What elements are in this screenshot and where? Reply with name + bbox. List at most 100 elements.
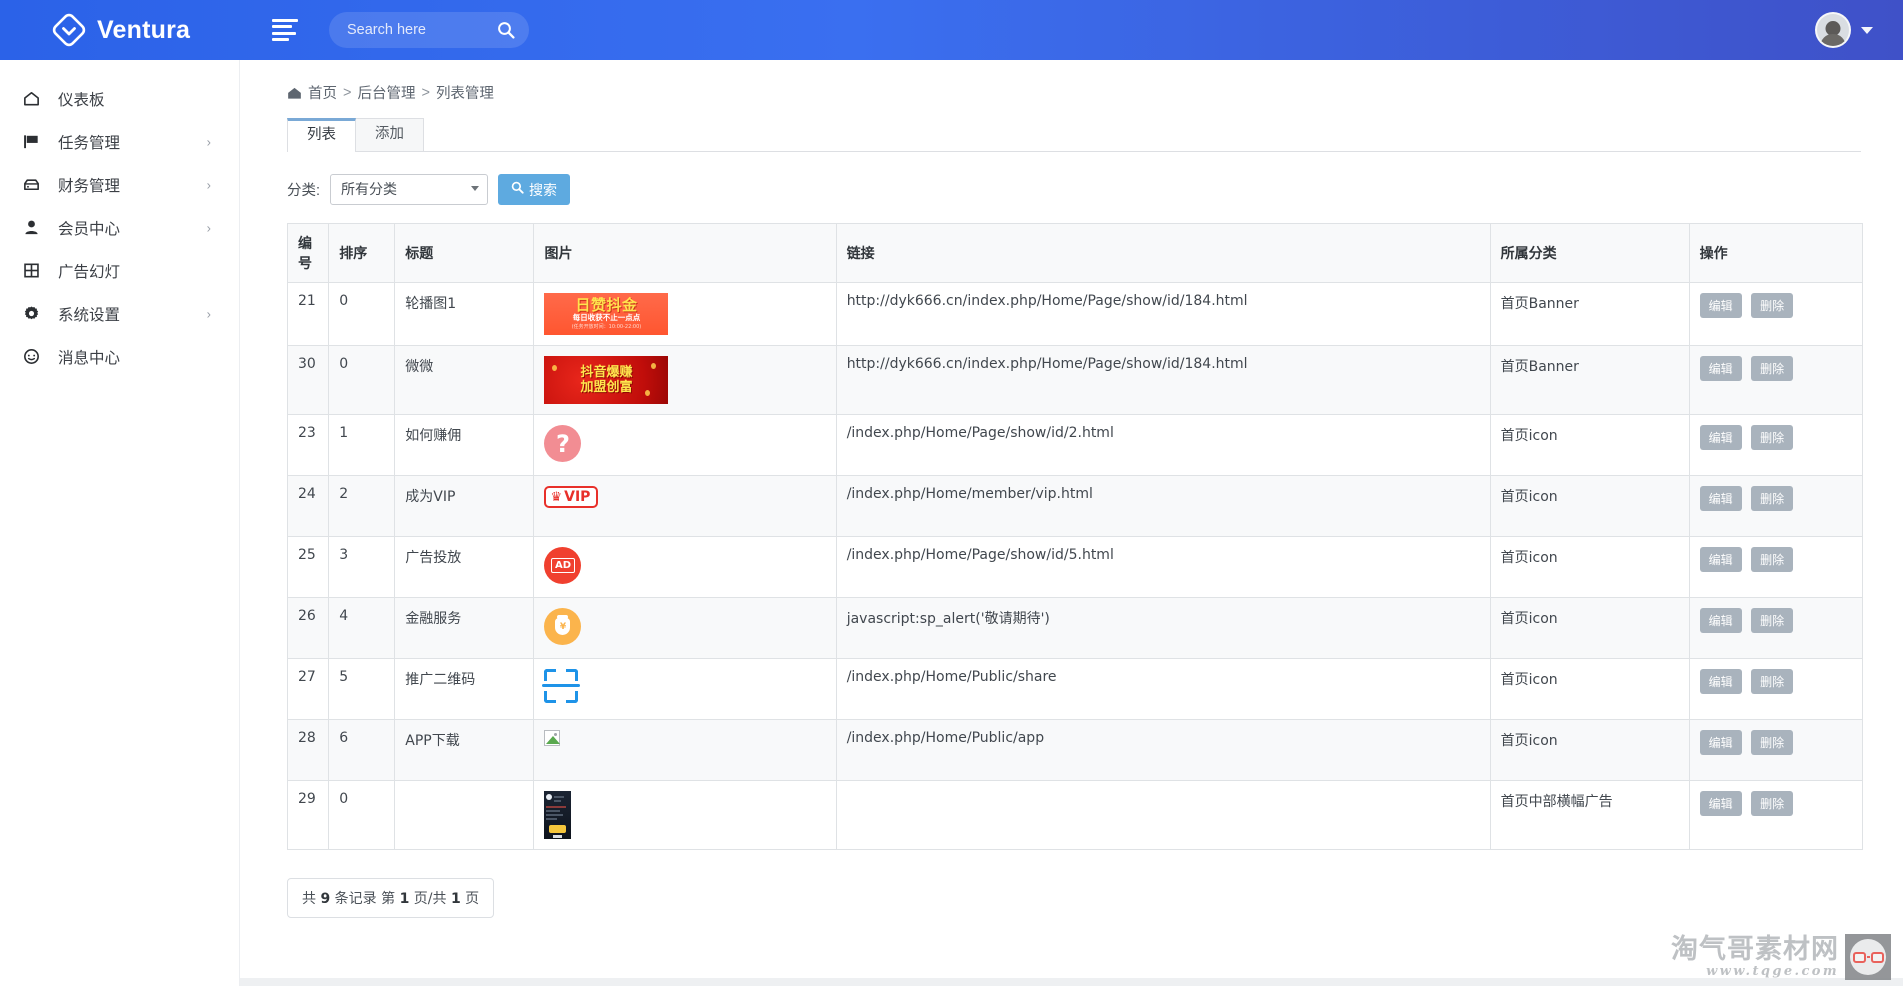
- edit-button[interactable]: 编辑: [1699, 356, 1742, 381]
- delete-button[interactable]: 删除: [1751, 791, 1794, 816]
- chevron-right-icon: ›: [206, 177, 211, 192]
- banner-thumbnail[interactable]: 抖音爆赚 加盟创富: [544, 356, 669, 404]
- pager-page-label: 第: [381, 891, 396, 907]
- cell-title: 成为VIP: [394, 475, 535, 537]
- grid-icon: [22, 261, 48, 280]
- breadcrumb-item-home[interactable]: 首页: [308, 82, 337, 103]
- chevron-right-icon: ›: [206, 134, 211, 149]
- topbar-user-area[interactable]: [1815, 0, 1873, 60]
- cell-image: [533, 719, 837, 781]
- delete-button[interactable]: 删除: [1751, 425, 1794, 450]
- cell-sort: 3: [328, 536, 396, 598]
- sidebar-item-task-management[interactable]: 任务管理 ›: [0, 120, 239, 163]
- delete-button[interactable]: 删除: [1751, 293, 1794, 318]
- delete-button[interactable]: 删除: [1751, 608, 1794, 633]
- sidebar-item-dashboard[interactable]: 仪表板: [0, 77, 239, 120]
- delete-button[interactable]: 删除: [1751, 547, 1794, 572]
- sidebar-item-label: 会员中心: [58, 219, 121, 238]
- cell-link: /index.php/Home/Public/app: [835, 719, 1491, 781]
- search-button-label: 搜索: [529, 182, 558, 199]
- pager-page-unit: 页/共: [413, 891, 447, 907]
- chevron-down-icon[interactable]: [1861, 26, 1873, 34]
- search-box[interactable]: [329, 12, 529, 48]
- cell-sort: 0: [328, 282, 396, 346]
- filter-bar: 分类: 所有分类 搜索: [287, 174, 1861, 205]
- cell-actions: 编辑 删除: [1688, 719, 1864, 781]
- sidebar-item-system-settings[interactable]: 系统设置 ›: [0, 292, 239, 335]
- search-button[interactable]: 搜索: [498, 174, 571, 205]
- cell-id: 25: [286, 536, 330, 598]
- pager-records-label: 条记录: [334, 891, 377, 907]
- search-input[interactable]: [345, 21, 495, 39]
- question-mark-icon[interactable]: ?: [544, 425, 582, 462]
- pager-total-pages: 1: [450, 891, 461, 907]
- table-row: 28 6 APP下载 /index.php/Home/Public/app 首页…: [286, 719, 1864, 781]
- edit-button[interactable]: 编辑: [1699, 425, 1742, 450]
- cell-image: [533, 780, 837, 850]
- th-image: 图片: [533, 223, 837, 283]
- sidebar-item-member-center[interactable]: 会员中心 ›: [0, 206, 239, 249]
- search-icon[interactable]: [497, 21, 515, 39]
- cell-sort: 5: [328, 658, 396, 720]
- sidebar-item-label: 系统设置: [58, 305, 121, 324]
- cell-link: [835, 780, 1491, 850]
- ad-icon[interactable]: AD: [544, 547, 582, 584]
- delete-button[interactable]: 删除: [1751, 730, 1794, 755]
- sidebar-item-label: 广告幻灯: [58, 262, 121, 281]
- edit-button[interactable]: 编辑: [1699, 730, 1742, 755]
- sidebar-navigation: 仪表板 任务管理 › 财务管理 › 会员中心 › 广告幻灯 系统设置 › 消息中…: [0, 60, 240, 986]
- broken-image-icon[interactable]: [544, 730, 561, 746]
- delete-button[interactable]: 删除: [1751, 669, 1794, 694]
- sidebar-item-finance-management[interactable]: 财务管理 ›: [0, 163, 239, 206]
- edit-button[interactable]: 编辑: [1699, 547, 1742, 572]
- cell-image: [533, 658, 837, 720]
- delete-button[interactable]: 删除: [1751, 356, 1794, 381]
- drawer-icon: [22, 175, 48, 194]
- cell-image: ♛ VIP: [533, 475, 837, 537]
- edit-button[interactable]: 编辑: [1699, 608, 1742, 633]
- banner-thumbnail[interactable]: 日赞抖金 每日收获不止一点点 (任务开放时间：10:00-22:00): [544, 293, 669, 335]
- breadcrumb-separator: >: [421, 84, 430, 101]
- sidebar-item-message-center[interactable]: 消息中心: [0, 335, 239, 378]
- user-avatar[interactable]: [1815, 12, 1851, 48]
- cell-sort: 0: [328, 345, 396, 415]
- edit-button[interactable]: 编辑: [1699, 669, 1742, 694]
- phone-screenshot-thumbnail[interactable]: [544, 791, 572, 839]
- chevron-right-icon: ›: [206, 220, 211, 235]
- vip-badge-icon[interactable]: ♛ VIP: [544, 486, 599, 508]
- banner-line-1: 日赞抖金: [575, 296, 638, 314]
- brand-logo-area[interactable]: Ventura: [0, 0, 240, 60]
- delete-button[interactable]: 删除: [1751, 486, 1794, 511]
- table-row: 30 0 微微 抖音爆赚 加盟创富 http://dyk666.cn/index…: [286, 345, 1864, 415]
- tab-add[interactable]: 添加: [355, 118, 424, 151]
- cell-title: 如何赚佣: [394, 414, 535, 476]
- user-icon: [22, 218, 48, 237]
- hamburger-icon[interactable]: [272, 19, 298, 41]
- banner-line-1: 抖音爆赚: [580, 365, 633, 380]
- pager-total: 9: [320, 891, 331, 907]
- table-row: 24 2 成为VIP ♛ VIP /index.php/Home/member/…: [286, 475, 1864, 537]
- main-content: 首页 > 后台管理 > 列表管理 列表 添加 分类: 所有分类 搜索 编号 排序…: [240, 60, 1903, 986]
- breadcrumb-item-list-management[interactable]: 列表管理: [436, 82, 494, 103]
- cell-title: 微微: [394, 345, 535, 415]
- money-bag-icon[interactable]: ¥: [544, 608, 582, 645]
- th-sort: 排序: [328, 223, 396, 283]
- chevron-right-icon: ›: [206, 306, 211, 321]
- category-select[interactable]: 所有分类: [330, 174, 489, 205]
- breadcrumb-item-admin[interactable]: 后台管理: [357, 82, 415, 103]
- cell-title: [394, 780, 535, 850]
- edit-button[interactable]: 编辑: [1699, 293, 1742, 318]
- table-row: 25 3 广告投放 AD /index.php/Home/Page/show/i…: [286, 536, 1864, 598]
- cell-id: 30: [286, 345, 330, 415]
- cell-title: 金融服务: [394, 597, 535, 659]
- cell-category: 首页icon: [1489, 719, 1690, 781]
- th-category: 所属分类: [1489, 223, 1690, 283]
- edit-button[interactable]: 编辑: [1699, 486, 1742, 511]
- tab-list[interactable]: 列表: [287, 118, 356, 152]
- qr-scan-icon[interactable]: [542, 669, 581, 703]
- sidebar-item-ad-slides[interactable]: 广告幻灯: [0, 249, 239, 292]
- cell-id: 23: [286, 414, 330, 476]
- category-select-wrap[interactable]: 所有分类: [330, 174, 489, 205]
- edit-button[interactable]: 编辑: [1699, 791, 1742, 816]
- cell-title: 推广二维码: [394, 658, 535, 720]
